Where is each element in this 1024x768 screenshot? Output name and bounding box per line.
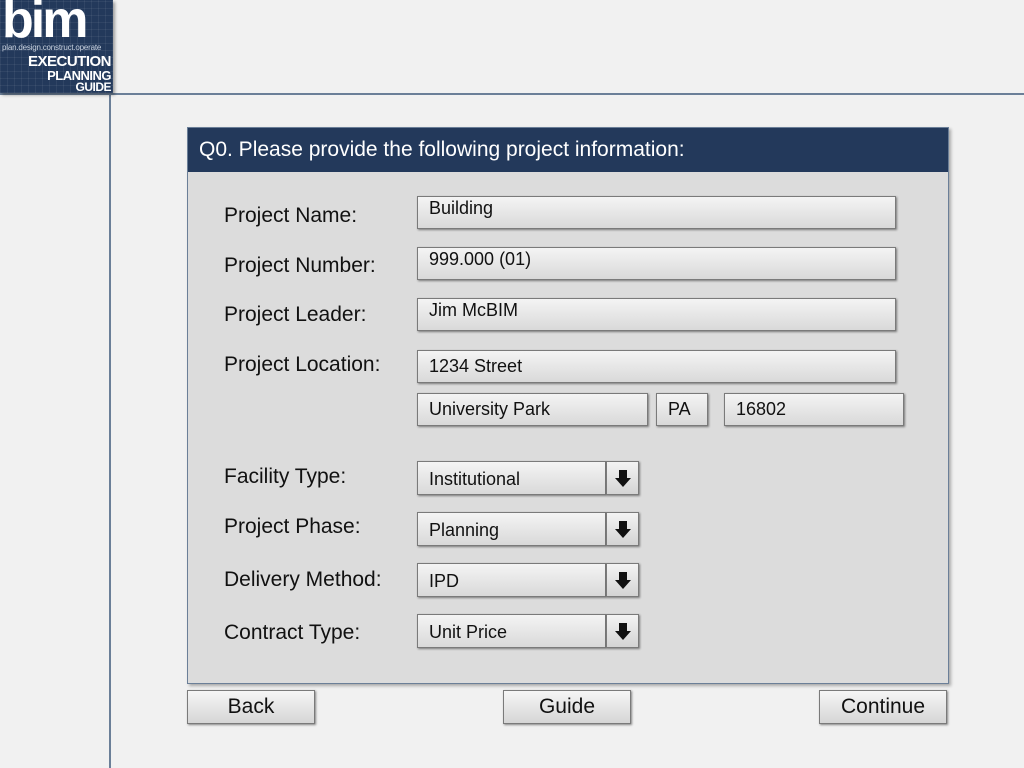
state-field[interactable]: PA: [656, 393, 708, 426]
city-value: University Park: [429, 399, 551, 419]
contract-type-label: Contract Type:: [224, 621, 361, 644]
arrow-down-icon: [615, 572, 631, 589]
project-leader-value: Jim McBIM: [429, 300, 518, 320]
delivery-method-dropdown-button[interactable]: [606, 563, 639, 597]
zip-code-value: 16802: [736, 399, 787, 419]
question-title: Q0. Please provide the following project…: [188, 128, 948, 172]
contract-type-value[interactable]: Unit Price: [417, 614, 606, 648]
project-phase-label: Project Phase:: [224, 515, 361, 538]
project-phase-value[interactable]: Planning: [417, 512, 606, 546]
bim-execution-planning-guide-logo: bim plan.design.construct.operate EXECUT…: [0, 0, 113, 93]
city-field[interactable]: University Park: [417, 393, 648, 426]
project-name-label: Project Name:: [224, 204, 358, 227]
project-leader-field[interactable]: Jim McBIM: [417, 298, 896, 331]
logo-tagline: plan.design.construct.operate: [2, 43, 102, 52]
project-name-field[interactable]: Building: [417, 196, 896, 229]
delivery-method-label: Delivery Method:: [224, 568, 382, 591]
zip-code-field[interactable]: 16802: [724, 393, 904, 426]
project-leader-label: Project Leader:: [224, 303, 367, 326]
facility-type-label: Facility Type:: [224, 465, 347, 488]
sidebar-divider: [109, 93, 111, 768]
project-name-value: Building: [429, 198, 494, 218]
state-value: PA: [668, 399, 691, 419]
continue-button[interactable]: Continue: [819, 690, 947, 724]
arrow-down-icon: [615, 470, 631, 487]
delivery-method-value[interactable]: IPD: [417, 563, 606, 597]
facility-type-value[interactable]: Institutional: [417, 461, 606, 495]
arrow-down-icon: [615, 623, 631, 640]
project-number-value: 999.000 (01): [429, 249, 532, 269]
street-address-field[interactable]: 1234 Street: [417, 350, 896, 383]
contract-type-dropdown-button[interactable]: [606, 614, 639, 648]
arrow-down-icon: [615, 521, 631, 538]
project-number-label: Project Number:: [224, 254, 376, 277]
project-location-label: Project Location:: [224, 353, 381, 376]
header-divider: [0, 93, 1024, 95]
facility-type-dropdown-button[interactable]: [606, 461, 639, 495]
street-address-value: 1234 Street: [429, 356, 523, 376]
project-phase-select[interactable]: Planning: [417, 512, 639, 546]
project-phase-dropdown-button[interactable]: [606, 512, 639, 546]
guide-button[interactable]: Guide: [503, 690, 631, 724]
logo-line-guide: GUIDE: [75, 80, 111, 93]
facility-type-select[interactable]: Institutional: [417, 461, 639, 495]
contract-type-select[interactable]: Unit Price: [417, 614, 639, 648]
back-button[interactable]: Back: [187, 690, 315, 724]
project-number-field[interactable]: 999.000 (01): [417, 247, 896, 280]
delivery-method-select[interactable]: IPD: [417, 563, 639, 597]
